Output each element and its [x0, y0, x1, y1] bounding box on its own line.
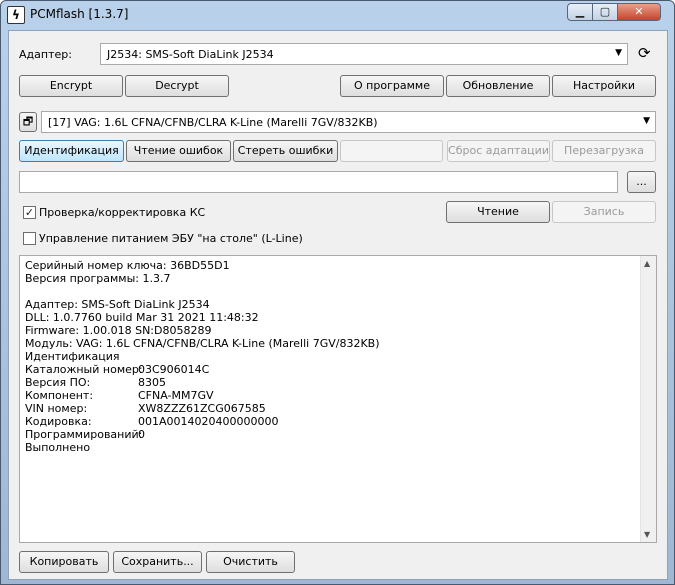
log-value: 001A0014020400000000	[138, 415, 279, 428]
log-line: Firmware: 1.00.018 SN:D8058289	[25, 324, 212, 337]
chevron-down-icon: ▼	[643, 116, 650, 126]
window-icon[interactable]: 🗗	[19, 112, 37, 132]
log-value: 0	[138, 428, 145, 441]
log-line: Адаптер: SMS-Soft DiaLink J2534	[25, 298, 210, 311]
log-key: Версия ПО:	[25, 376, 91, 389]
log-scrollbar[interactable]: ▲ ▼	[640, 256, 656, 542]
log-value: 03C906014C	[138, 363, 210, 376]
blank-action-button[interactable]	[340, 140, 443, 162]
log-value: 8305	[138, 376, 166, 389]
log-key: Компонент:	[25, 389, 94, 402]
checksum-checkbox[interactable]: ✓	[23, 206, 36, 219]
decrypt-button[interactable]: Decrypt	[125, 75, 229, 97]
log-value: XW8ZZZ61ZCG067585	[138, 402, 266, 415]
clear-errors-button[interactable]: Стереть ошибки	[233, 140, 338, 162]
close-button[interactable]: ✕	[617, 3, 661, 21]
log-line: Выполнено	[25, 441, 91, 454]
log-panel[interactable]: Серийный номер ключа: 36BD55D1 Версия пр…	[19, 255, 657, 543]
title-bar[interactable]: ϟ PCMflash [1.3.7] ▁ ▢ ✕	[1, 1, 674, 29]
refresh-icon[interactable]: ⟳	[638, 44, 651, 62]
log-line: Серийный номер ключа: 36BD55D1	[25, 259, 230, 272]
file-path-input[interactable]	[19, 171, 618, 193]
update-button[interactable]: Обновление	[446, 75, 550, 97]
module-value: [17] VAG: 1.6L CFNA/CFNB/CLRA K-Line (Ma…	[48, 116, 378, 129]
save-button[interactable]: Сохранить...	[113, 551, 202, 573]
scroll-up-icon[interactable]: ▲	[644, 259, 650, 268]
log-key: Кодировка:	[25, 415, 92, 428]
app-window: ϟ PCMflash [1.3.7] ▁ ▢ ✕ Адаптер: J2534:…	[0, 0, 675, 585]
window-title: PCMflash [1.3.7]	[30, 7, 129, 21]
settings-button[interactable]: Настройки	[552, 75, 656, 97]
adapter-select[interactable]: J2534: SMS-Soft DiaLink J2534 ▼	[100, 43, 628, 65]
bolt-icon: ϟ	[7, 6, 25, 24]
encrypt-button[interactable]: Encrypt	[19, 75, 123, 97]
identify-button[interactable]: Идентификация	[19, 140, 124, 162]
log-line: Модуль: VAG: 1.6L CFNA/CFNB/CLRA K-Line …	[25, 337, 380, 350]
write-button[interactable]: Запись	[552, 201, 656, 223]
adapter-label: Адаптер:	[19, 48, 72, 61]
read-errors-button[interactable]: Чтение ошибок	[126, 140, 231, 162]
checksum-label: Проверка/корректировка КС	[39, 206, 206, 219]
about-button[interactable]: О программе	[340, 75, 444, 97]
log-line: Версия программы: 1.3.7	[25, 272, 171, 285]
clear-log-button[interactable]: Очистить	[206, 551, 295, 573]
log-line: DLL: 1.0.7760 build Mar 31 2021 11:48:32	[25, 311, 259, 324]
log-key: Программирований:	[25, 428, 143, 441]
read-button[interactable]: Чтение	[446, 201, 550, 223]
scroll-down-icon[interactable]: ▼	[644, 530, 650, 539]
chevron-down-icon: ▼	[615, 48, 622, 58]
module-select[interactable]: [17] VAG: 1.6L CFNA/CFNB/CLRA K-Line (Ma…	[41, 111, 656, 133]
minimize-button[interactable]: ▁	[567, 3, 593, 21]
log-line: Идентификация	[25, 350, 120, 363]
power-checkbox[interactable]	[23, 232, 36, 245]
log-key: Каталожный номер:	[25, 363, 143, 376]
copy-button[interactable]: Копировать	[19, 551, 109, 573]
log-value: CFNA-MM7GV	[138, 389, 214, 402]
adapter-value: J2534: SMS-Soft DiaLink J2534	[107, 48, 274, 61]
maximize-button[interactable]: ▢	[592, 3, 618, 21]
reboot-button[interactable]: Перезагрузка	[552, 140, 656, 162]
log-key: VIN номер:	[25, 402, 88, 415]
reset-adaptation-button[interactable]: Сброс адаптации	[447, 140, 550, 162]
browse-button[interactable]: ...	[627, 171, 656, 193]
power-label: Управление питанием ЭБУ "на столе" (L-Li…	[39, 232, 303, 245]
main-panel: Адаптер: J2534: SMS-Soft DiaLink J2534 ▼…	[8, 30, 668, 580]
